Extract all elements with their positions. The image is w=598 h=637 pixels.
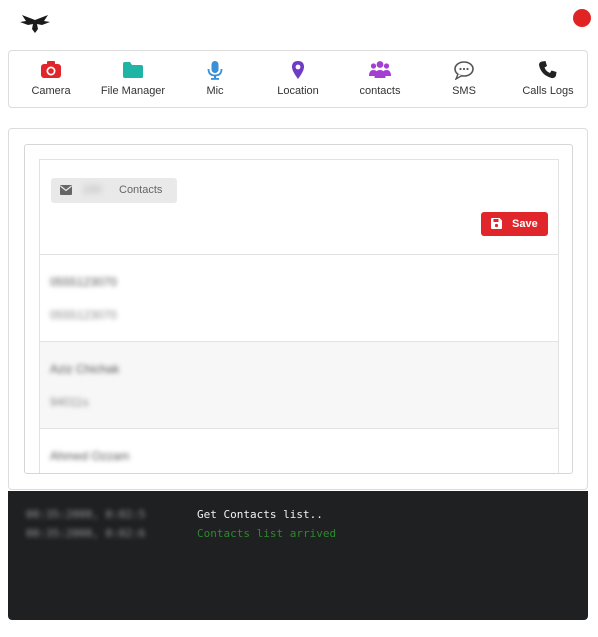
envelope-icon <box>60 185 72 195</box>
log-timestamp: 00:35:2000, 0:02:6 <box>26 527 146 540</box>
phone-icon <box>539 61 557 79</box>
save-button[interactable]: Save <box>481 212 548 236</box>
nav-location[interactable]: Location <box>269 51 327 107</box>
contact-name: 0555123070 <box>50 275 117 289</box>
contacts-count: 150 <box>83 184 102 196</box>
contact-name: Ahmed Ozzam <box>50 449 130 463</box>
nav-file-manager[interactable]: File Manager <box>97 51 169 107</box>
list-item[interactable]: 0555123070 0555123070 <box>40 254 558 341</box>
nav-location-label: Location <box>277 85 319 97</box>
nav-contacts-label: contacts <box>359 85 401 97</box>
camera-icon <box>41 61 61 78</box>
log-message: Get Contacts list.. <box>197 508 323 521</box>
log-line: 00:35:2000, 0:02:6 Contacts list arrived <box>8 527 588 543</box>
log-message: Contacts list arrived <box>197 527 337 540</box>
feature-nav-bar: Camera File Manager Mic Location contact… <box>8 50 588 108</box>
floppy-disk-icon <box>491 218 502 229</box>
log-timestamp: 00:35:2000, 0:02:5 <box>26 508 146 521</box>
content-panel: 150 Contacts Save 0555123070 0555123070 … <box>8 128 588 490</box>
contacts-tag-label: Contacts <box>119 184 163 196</box>
contacts-card-header: 150 Contacts Save <box>39 159 559 254</box>
list-item[interactable]: Ahmed Ozzam <box>40 428 558 473</box>
contact-number: 0555123070 <box>50 308 117 322</box>
connection-status-indicator <box>573 9 591 27</box>
nav-camera-label: Camera <box>31 85 71 97</box>
nav-sms-label: SMS <box>452 85 476 97</box>
contacts-card: 150 Contacts Save 0555123070 0555123070 … <box>24 144 573 474</box>
nav-sms[interactable]: SMS <box>444 51 484 107</box>
nav-contacts[interactable]: contacts <box>351 51 409 107</box>
nav-calls-logs-label: Calls Logs <box>522 85 574 97</box>
contacts-count-tag: 150 Contacts <box>51 178 177 203</box>
contact-number: 94011s <box>50 395 89 409</box>
nav-file-manager-label: File Manager <box>100 85 166 97</box>
contact-list: 0555123070 0555123070 Aziz Chichak 94011… <box>39 254 559 473</box>
nav-mic-label: Mic <box>206 85 224 97</box>
list-item[interactable]: Aziz Chichak 94011s <box>40 341 558 428</box>
map-pin-icon <box>292 61 304 79</box>
nav-camera[interactable]: Camera <box>23 51 79 107</box>
users-icon <box>369 61 391 78</box>
log-console[interactable]: 00:35:2000, 0:02:5 Get Contacts list.. 0… <box>8 491 588 620</box>
eagle-logo-icon <box>20 15 50 33</box>
folder-icon <box>123 62 143 78</box>
nav-calls-logs[interactable]: Calls Logs <box>518 51 578 107</box>
save-button-label: Save <box>512 218 538 230</box>
microphone-icon <box>207 61 223 80</box>
contact-name: Aziz Chichak <box>50 362 120 376</box>
log-line: 00:35:2000, 0:02:5 Get Contacts list.. <box>8 508 588 524</box>
chat-bubble-icon <box>454 61 474 80</box>
top-bar <box>0 0 598 46</box>
nav-mic[interactable]: Mic <box>195 51 235 107</box>
